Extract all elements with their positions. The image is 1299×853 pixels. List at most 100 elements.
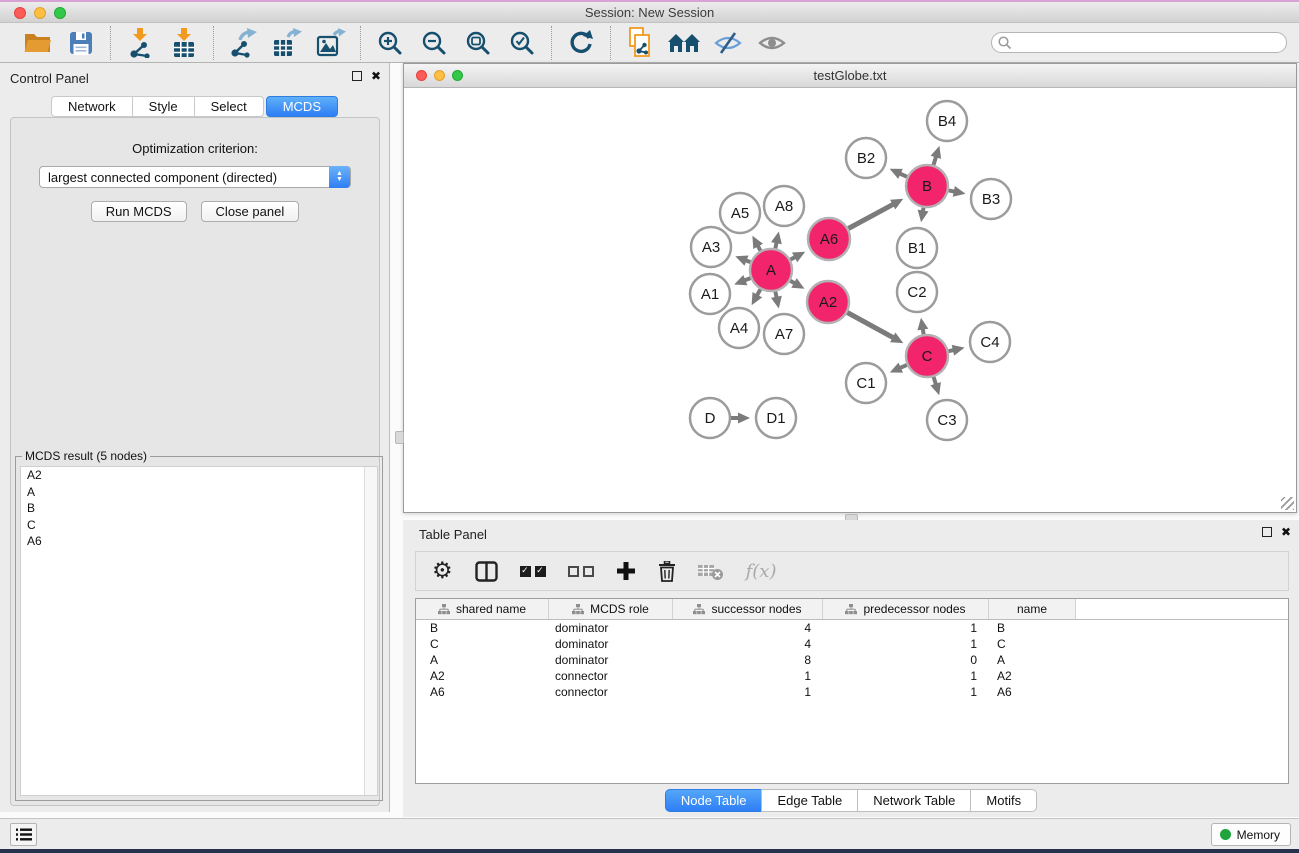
graph-edge-A-A3[interactable] — [735, 256, 750, 266]
mcds-result-item[interactable]: A — [21, 484, 377, 501]
zoom-in-button[interactable] — [373, 27, 407, 59]
graph-node-B1[interactable]: B1 — [897, 228, 937, 268]
column-header-successor-nodes[interactable]: successor nodes — [673, 599, 823, 619]
import-table-button[interactable] — [167, 27, 201, 59]
mcds-result-item[interactable]: B — [21, 500, 377, 517]
column-header-name[interactable]: name — [989, 599, 1076, 619]
graph-edge-A-A6[interactable] — [790, 252, 805, 263]
network-zoom-button[interactable] — [452, 70, 463, 81]
graph-edge-A-A8[interactable] — [771, 232, 782, 249]
network-close-button[interactable] — [416, 70, 427, 81]
graph-node-A[interactable]: A — [750, 249, 792, 291]
table-row[interactable]: A2connector11A2 — [416, 668, 1288, 684]
mcds-result-item[interactable]: A6 — [21, 533, 377, 550]
delete-column-button[interactable] — [658, 561, 676, 582]
open-session-button[interactable] — [20, 27, 54, 59]
delete-table-button[interactable] — [698, 562, 724, 581]
zoom-fit-button[interactable] — [461, 27, 495, 59]
table-row[interactable]: Cdominator41C — [416, 636, 1288, 652]
run-mcds-button[interactable]: Run MCDS — [91, 201, 187, 222]
tab-edge-table[interactable]: Edge Table — [761, 789, 858, 812]
graph-node-C3[interactable]: C3 — [927, 400, 967, 440]
graph-edge-B-B1[interactable] — [918, 208, 929, 223]
graph-edge-B-B2[interactable] — [890, 169, 907, 179]
graph-node-C1[interactable]: C1 — [846, 363, 886, 403]
import-network-button[interactable] — [123, 27, 157, 59]
show-details-button[interactable] — [755, 27, 789, 59]
zoom-window-button[interactable] — [54, 7, 66, 19]
graph-node-C4[interactable]: C4 — [970, 322, 1010, 362]
zoom-selected-button[interactable] — [505, 27, 539, 59]
search-input[interactable] — [991, 32, 1287, 53]
show-panels-button[interactable] — [10, 823, 37, 846]
tab-style[interactable]: Style — [132, 96, 195, 117]
graph-node-A1[interactable]: A1 — [690, 274, 730, 314]
graph-edge-B-B4[interactable] — [931, 146, 942, 165]
graph-edge-D-D1[interactable] — [731, 413, 750, 424]
graph-edge-B-B3[interactable] — [949, 186, 966, 197]
show-columns-button[interactable] — [475, 561, 498, 582]
graph-node-D1[interactable]: D1 — [756, 398, 796, 438]
graph-node-B2[interactable]: B2 — [846, 138, 886, 178]
graph-node-A7[interactable]: A7 — [764, 314, 804, 354]
graph-edge-C-C3[interactable] — [930, 377, 941, 395]
graph-node-A8[interactable]: A8 — [764, 186, 804, 226]
resize-grip[interactable] — [1281, 497, 1294, 510]
graph-node-C[interactable]: C — [906, 335, 948, 377]
hide-details-button[interactable] — [711, 27, 745, 59]
column-header-shared-name[interactable]: shared name — [416, 599, 549, 619]
graph-edge-C-C1[interactable] — [890, 363, 907, 373]
mcds-result-item[interactable]: C — [21, 517, 377, 534]
mcds-result-item[interactable]: A2 — [21, 467, 377, 484]
deselect-all-button[interactable] — [568, 566, 594, 577]
memory-button[interactable]: Memory — [1211, 823, 1291, 846]
criterion-select[interactable]: largest connected component (directed) ▲… — [39, 166, 351, 188]
graph-edge-A-A2[interactable] — [790, 278, 804, 289]
tab-node-table[interactable]: Node Table — [665, 789, 763, 812]
new-network-from-selection-button[interactable] — [623, 27, 657, 59]
graph-edge-A-A5[interactable] — [752, 236, 763, 251]
column-header-predecessor-nodes[interactable]: predecessor nodes — [823, 599, 989, 619]
graph-node-B[interactable]: B — [906, 165, 948, 207]
network-minimize-button[interactable] — [434, 70, 445, 81]
panel-divider-handle[interactable] — [395, 431, 404, 444]
graph-node-A4[interactable]: A4 — [719, 308, 759, 348]
table-row[interactable]: A6connector11A6 — [416, 684, 1288, 700]
tab-network-table[interactable]: Network Table — [857, 789, 971, 812]
graph-node-D[interactable]: D — [690, 398, 730, 438]
export-table-button[interactable] — [270, 27, 304, 59]
table-settings-button[interactable]: ⚙ — [432, 560, 453, 582]
close-panel-icon[interactable]: ✖ — [371, 71, 381, 81]
tab-network[interactable]: Network — [51, 96, 133, 117]
export-network-button[interactable] — [226, 27, 260, 59]
apply-layout-button[interactable] — [564, 27, 598, 59]
column-header-mcds-role[interactable]: MCDS role — [549, 599, 673, 619]
graph-node-A6[interactable]: A6 — [808, 218, 850, 260]
tab-motifs[interactable]: Motifs — [970, 789, 1037, 812]
close-window-button[interactable] — [14, 7, 26, 19]
function-builder-button[interactable]: f(x) — [746, 561, 777, 582]
network-graph[interactable]: B4 B2 B B3 A5A8A6 B1 A3 A C2 A1 A2 A4A7 C4 C C1 C3 D D1 — [404, 88, 1296, 512]
graph-node-A5[interactable]: A5 — [720, 193, 760, 233]
select-all-button[interactable] — [520, 566, 546, 577]
graph-node-B3[interactable]: B3 — [971, 179, 1011, 219]
add-column-button[interactable] — [616, 561, 636, 581]
close-panel-icon[interactable]: ✖ — [1281, 527, 1291, 537]
export-image-button[interactable] — [314, 27, 348, 59]
tab-mcds[interactable]: MCDS — [266, 96, 338, 117]
float-panel-icon[interactable] — [1262, 527, 1272, 537]
network-canvas[interactable]: B4 B2 B B3 A5A8A6 B1 A3 A C2 A1 A2 A4A7 C4 C C1 C3 D D1 — [404, 88, 1296, 512]
float-panel-icon[interactable] — [352, 71, 362, 81]
graph-edge-A-A1[interactable] — [734, 275, 750, 285]
graph-node-A2[interactable]: A2 — [807, 281, 849, 323]
show-all-networks-button[interactable] — [667, 27, 701, 59]
mcds-list-scrollbar[interactable] — [364, 467, 377, 795]
graph-node-C2[interactable]: C2 — [897, 272, 937, 312]
tab-select[interactable]: Select — [194, 96, 264, 117]
graph-node-B4[interactable]: B4 — [927, 101, 967, 141]
graph-node-A3[interactable]: A3 — [691, 227, 731, 267]
minimize-window-button[interactable] — [34, 7, 46, 19]
graph-edge-A-A4[interactable] — [752, 289, 763, 305]
table-row[interactable]: Adominator80A — [416, 652, 1288, 668]
graph-edge-A6-B[interactable] — [848, 199, 903, 229]
